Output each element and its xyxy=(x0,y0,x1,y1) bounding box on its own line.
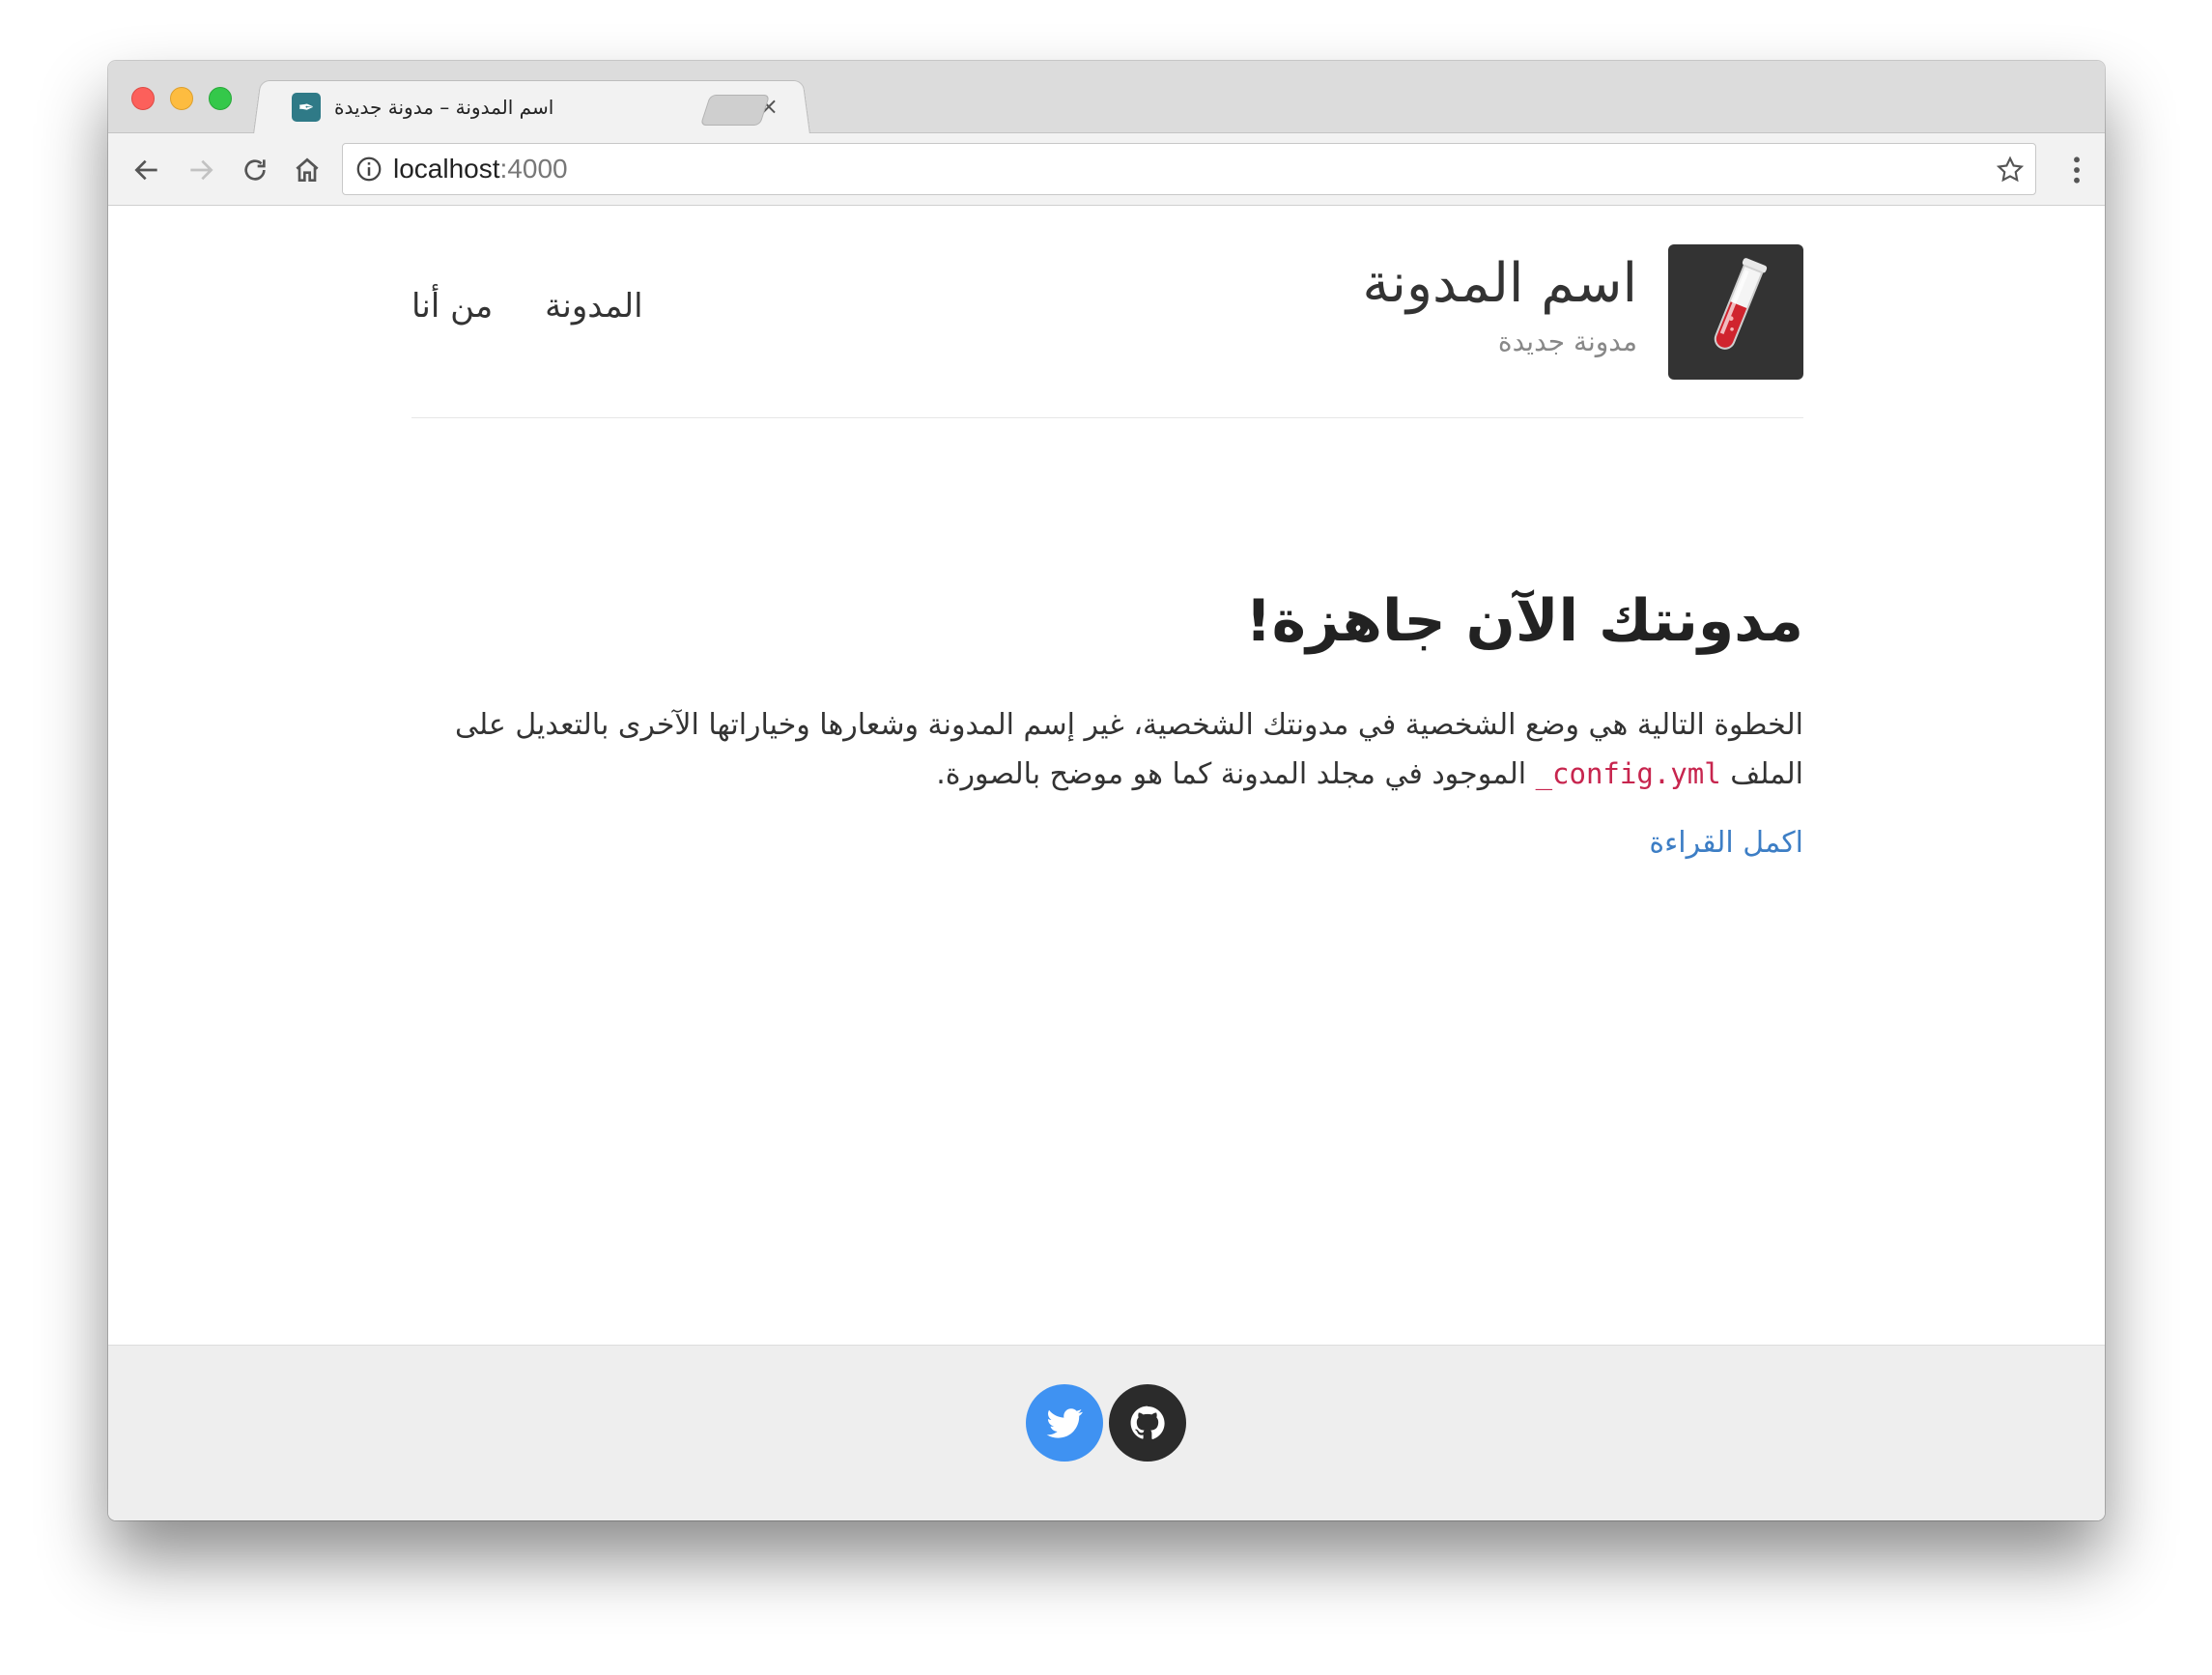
url-host: localhost xyxy=(393,154,500,184)
browser-window: ✒ اسم المدونة – مدونة جديدة × localhost … xyxy=(108,61,2105,1520)
github-icon xyxy=(1130,1405,1165,1439)
nav-link-blog[interactable]: المدونة xyxy=(545,287,642,326)
forward-button[interactable] xyxy=(182,151,220,189)
back-button[interactable] xyxy=(128,151,166,189)
site-description: مدونة جديدة xyxy=(1497,326,1637,357)
test-tube-icon xyxy=(1714,258,1768,350)
web-page: اسم المدونة مدونة جديدة من أنا المدونة م… xyxy=(108,206,2105,1520)
site-title[interactable]: اسم المدونة xyxy=(1362,252,1637,315)
site-header: اسم المدونة مدونة جديدة من أنا المدونة xyxy=(411,244,1803,418)
close-window-button[interactable] xyxy=(131,87,155,110)
reload-button[interactable] xyxy=(236,151,274,189)
twitter-icon xyxy=(1046,1408,1083,1438)
site-logo[interactable] xyxy=(1668,244,1803,380)
site-nav: من أنا المدونة xyxy=(411,287,643,326)
browser-toolbar: localhost:4000 xyxy=(108,133,2105,206)
screenshot-stage: ✒ اسم المدونة – مدونة جديدة × localhost … xyxy=(0,0,2212,1675)
home-icon xyxy=(296,157,319,182)
site-footer xyxy=(108,1345,2105,1520)
twitter-link[interactable] xyxy=(1026,1384,1103,1462)
home-button[interactable] xyxy=(288,151,326,189)
github-link[interactable] xyxy=(1109,1384,1186,1462)
browser-menu-icon[interactable] xyxy=(2072,155,2082,185)
nav-link-about[interactable]: من أنا xyxy=(411,287,493,326)
post-title[interactable]: مدونتك الآن جاهزة! xyxy=(411,582,1803,660)
tab-title: اسم المدونة – مدونة جديدة xyxy=(334,96,554,119)
config-code: _config.yml xyxy=(1535,757,1721,790)
reload-icon xyxy=(244,159,266,181)
forward-arrow-icon xyxy=(190,159,213,181)
read-more-link[interactable]: اكمل القراءة xyxy=(1649,826,1803,860)
post-excerpt: الخطوة التالية هي وضع الشخصية في مدونتك … xyxy=(411,700,1803,799)
minimize-window-button[interactable] xyxy=(170,87,193,110)
bookmark-star-icon[interactable] xyxy=(1995,155,2026,185)
feather-icon: ✒ xyxy=(292,93,321,122)
url-port: :4000 xyxy=(499,154,568,184)
post-text-after-code: الموجود في مجلد المدونة كما هو موضح بالص… xyxy=(936,757,1536,791)
maximize-window-button[interactable] xyxy=(209,87,232,110)
back-arrow-icon xyxy=(134,159,157,181)
post: مدونتك الآن جاهزة! الخطوة التالية هي وضع… xyxy=(411,582,1803,860)
new-tab-button[interactable] xyxy=(699,95,771,126)
info-icon[interactable] xyxy=(354,155,383,184)
address-bar[interactable]: localhost:4000 xyxy=(342,143,2036,195)
tab-strip: ✒ اسم المدونة – مدونة جديدة × xyxy=(108,61,2105,134)
